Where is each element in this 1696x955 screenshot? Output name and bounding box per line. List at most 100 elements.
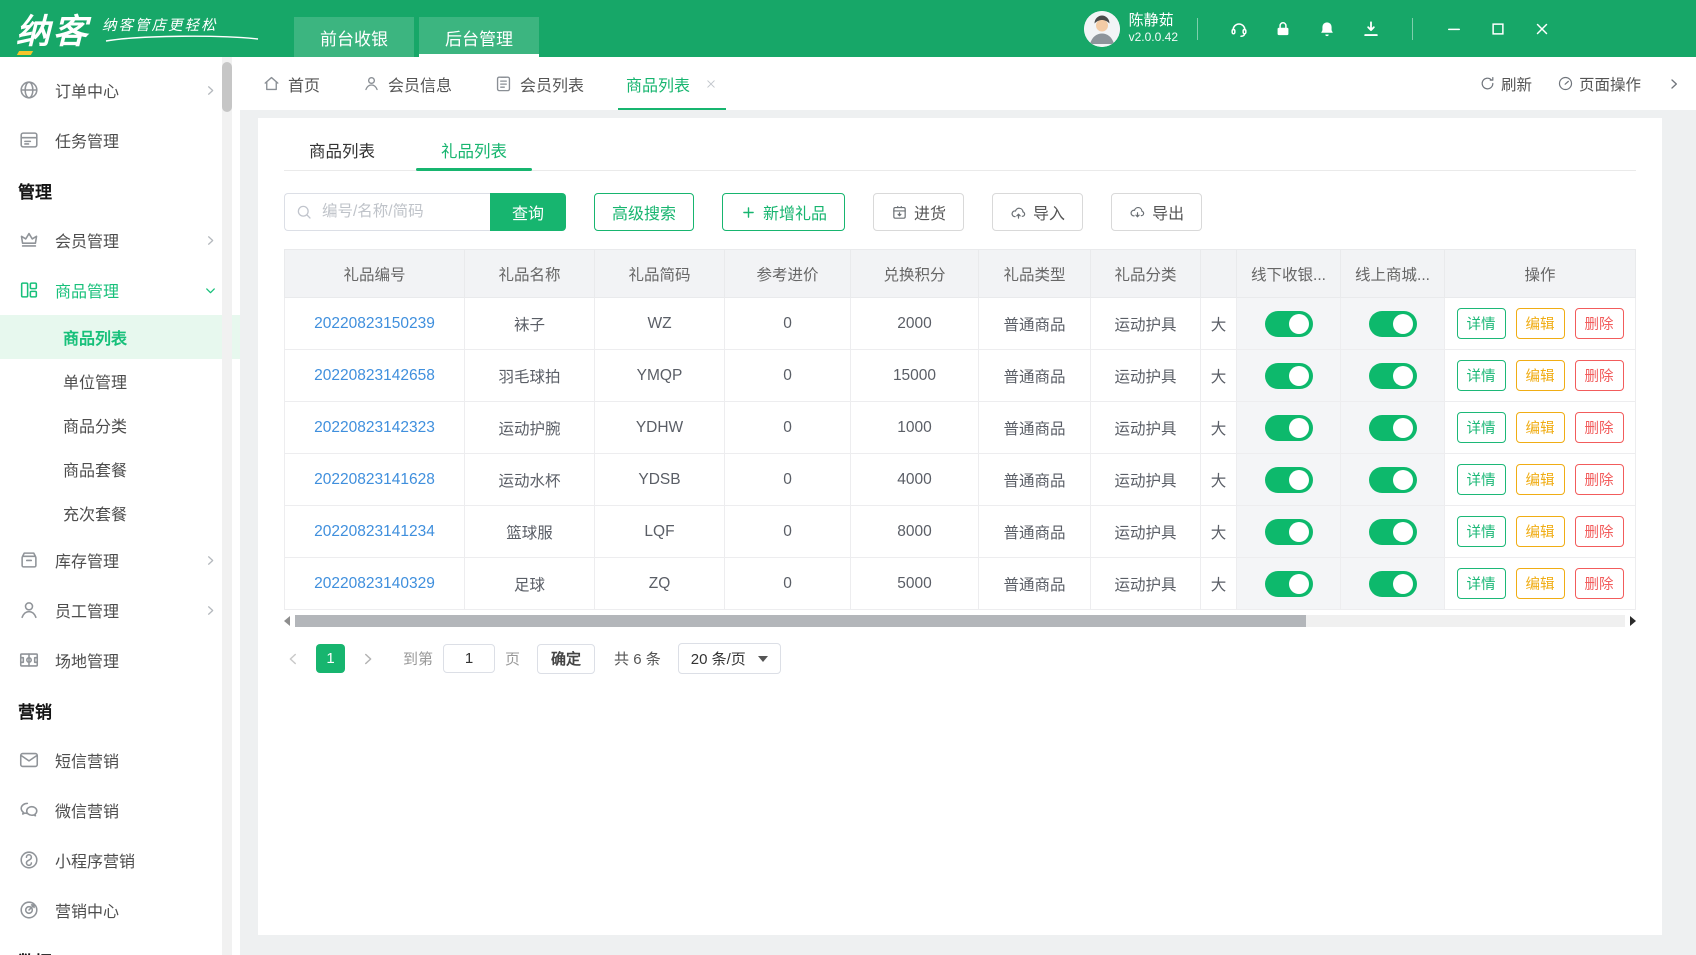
- offline-toggle[interactable]: [1265, 363, 1313, 389]
- header-mode-tab[interactable]: 后台管理: [419, 17, 539, 57]
- online-toggle[interactable]: [1369, 363, 1417, 389]
- page-unit-label: 页: [505, 648, 520, 669]
- gift-id-link[interactable]: 20220823140329: [285, 558, 465, 610]
- online-toggle-cell: [1341, 506, 1445, 558]
- gift-id-link[interactable]: 20220823142323: [285, 402, 465, 454]
- goto-label: 到第: [403, 648, 433, 669]
- detail-button[interactable]: 详情: [1457, 568, 1506, 599]
- table-row: 20220823142658羽毛球拍YMQP015000普通商品运动护具大详情编…: [285, 350, 1636, 402]
- chevron-right-icon[interactable]: [1666, 76, 1682, 92]
- close-button[interactable]: [1533, 20, 1551, 38]
- bell-icon[interactable]: [1317, 19, 1337, 39]
- sidebar-subitem[interactable]: 商品套餐: [0, 447, 240, 491]
- minimize-button[interactable]: [1445, 20, 1463, 38]
- scroll-right-icon[interactable]: [1630, 616, 1636, 626]
- list-type-tabs: 商品列表礼品列表: [284, 118, 1636, 171]
- edit-button[interactable]: 编辑: [1516, 412, 1565, 443]
- offline-toggle[interactable]: [1265, 571, 1313, 597]
- online-toggle[interactable]: [1369, 311, 1417, 337]
- detail-button[interactable]: 详情: [1457, 412, 1506, 443]
- goto-page-input[interactable]: [443, 644, 495, 673]
- sidebar-item[interactable]: 库存管理: [0, 535, 240, 585]
- sidebar-item[interactable]: 营销中心: [0, 885, 240, 935]
- edit-button[interactable]: 编辑: [1516, 516, 1565, 547]
- gift-id-link[interactable]: 20220823142658: [285, 350, 465, 402]
- scroll-left-icon[interactable]: [284, 616, 290, 626]
- cloud-down-button[interactable]: 导出: [1111, 193, 1202, 231]
- header-mode-tab[interactable]: 前台收银: [294, 17, 414, 57]
- sidebar-item[interactable]: 订单中心: [0, 65, 240, 115]
- purchase-button[interactable]: 进货: [873, 193, 964, 231]
- sidebar-item[interactable]: 会员管理: [0, 215, 240, 265]
- page-tab[interactable]: 首页: [262, 57, 320, 110]
- online-toggle[interactable]: [1369, 519, 1417, 545]
- confirm-page-button[interactable]: 确定: [537, 644, 595, 674]
- offline-toggle[interactable]: [1265, 415, 1313, 441]
- avatar[interactable]: [1084, 11, 1120, 47]
- maximize-button[interactable]: [1489, 20, 1507, 38]
- crown-icon: [18, 229, 40, 251]
- sidebar-item[interactable]: 任务管理: [0, 115, 240, 165]
- support-icon[interactable]: [1229, 19, 1249, 39]
- detail-button[interactable]: 详情: [1457, 360, 1506, 391]
- gift-id-link[interactable]: 20220823141234: [285, 506, 465, 558]
- delete-button[interactable]: 删除: [1575, 360, 1624, 391]
- online-toggle[interactable]: [1369, 415, 1417, 441]
- edit-button[interactable]: 编辑: [1516, 568, 1565, 599]
- toolbar-button[interactable]: 高级搜索: [594, 193, 694, 231]
- query-button[interactable]: 查询: [490, 193, 566, 231]
- button-label: 进货: [914, 200, 946, 224]
- current-page-button[interactable]: 1: [316, 644, 345, 673]
- sidebar-item[interactable]: 商品管理: [0, 265, 240, 315]
- sidebar-subitem[interactable]: 充次套餐: [0, 491, 240, 535]
- cloud-up-button[interactable]: 导入: [992, 193, 1083, 231]
- search-input[interactable]: [284, 193, 490, 231]
- sidebar-scrollbar-thumb[interactable]: [222, 62, 232, 112]
- prev-page-button[interactable]: [284, 650, 302, 668]
- edit-button[interactable]: 编辑: [1516, 464, 1565, 495]
- sidebar-item[interactable]: 小程序营销: [0, 835, 240, 885]
- scrollbar-track[interactable]: [295, 615, 1625, 627]
- sidebar-item[interactable]: 短信营销: [0, 735, 240, 785]
- gift-id-link[interactable]: 20220823141628: [285, 454, 465, 506]
- delete-button[interactable]: 删除: [1575, 568, 1624, 599]
- offline-toggle[interactable]: [1265, 311, 1313, 337]
- page-tab[interactable]: 会员信息: [362, 57, 452, 110]
- list-type-tab[interactable]: 礼品列表: [416, 130, 532, 170]
- sidebar-subitem[interactable]: 商品分类: [0, 403, 240, 447]
- page-tab[interactable]: 商品列表: [626, 57, 718, 110]
- delete-button[interactable]: 删除: [1575, 516, 1624, 547]
- page-size-select[interactable]: 20 条/页: [678, 643, 781, 674]
- sidebar-subitem[interactable]: 单位管理: [0, 359, 240, 403]
- sidebar-item[interactable]: 场地管理: [0, 635, 240, 685]
- delete-button[interactable]: 删除: [1575, 412, 1624, 443]
- offline-toggle[interactable]: [1265, 519, 1313, 545]
- gift-id-link[interactable]: 20220823150239: [285, 298, 465, 350]
- goods-icon: [18, 279, 40, 301]
- detail-button[interactable]: 详情: [1457, 464, 1506, 495]
- edit-button[interactable]: 编辑: [1516, 360, 1565, 391]
- page-tab[interactable]: 会员列表: [494, 57, 584, 110]
- refresh-button[interactable]: 刷新: [1479, 73, 1532, 95]
- lock-icon[interactable]: [1273, 19, 1293, 39]
- sidebar-item[interactable]: 微信营销: [0, 785, 240, 835]
- delete-button[interactable]: 删除: [1575, 464, 1624, 495]
- offline-toggle[interactable]: [1265, 467, 1313, 493]
- plus-button[interactable]: 新增礼品: [722, 193, 845, 231]
- close-small-icon[interactable]: [704, 77, 718, 91]
- detail-button[interactable]: 详情: [1457, 516, 1506, 547]
- horizontal-scrollbar[interactable]: [284, 614, 1636, 628]
- page-operations-button[interactable]: 页面操作: [1557, 73, 1641, 95]
- sidebar-scrollbar[interactable]: [222, 57, 232, 955]
- list-type-tab[interactable]: 商品列表: [284, 130, 400, 170]
- delete-button[interactable]: 删除: [1575, 308, 1624, 339]
- sidebar-item[interactable]: 员工管理: [0, 585, 240, 635]
- online-toggle[interactable]: [1369, 571, 1417, 597]
- download-icon[interactable]: [1361, 19, 1381, 39]
- detail-button[interactable]: 详情: [1457, 308, 1506, 339]
- sidebar-subitem[interactable]: 商品列表: [0, 315, 240, 359]
- scrollbar-thumb[interactable]: [295, 615, 1306, 627]
- edit-button[interactable]: 编辑: [1516, 308, 1565, 339]
- online-toggle[interactable]: [1369, 467, 1417, 493]
- next-page-button[interactable]: [359, 650, 377, 668]
